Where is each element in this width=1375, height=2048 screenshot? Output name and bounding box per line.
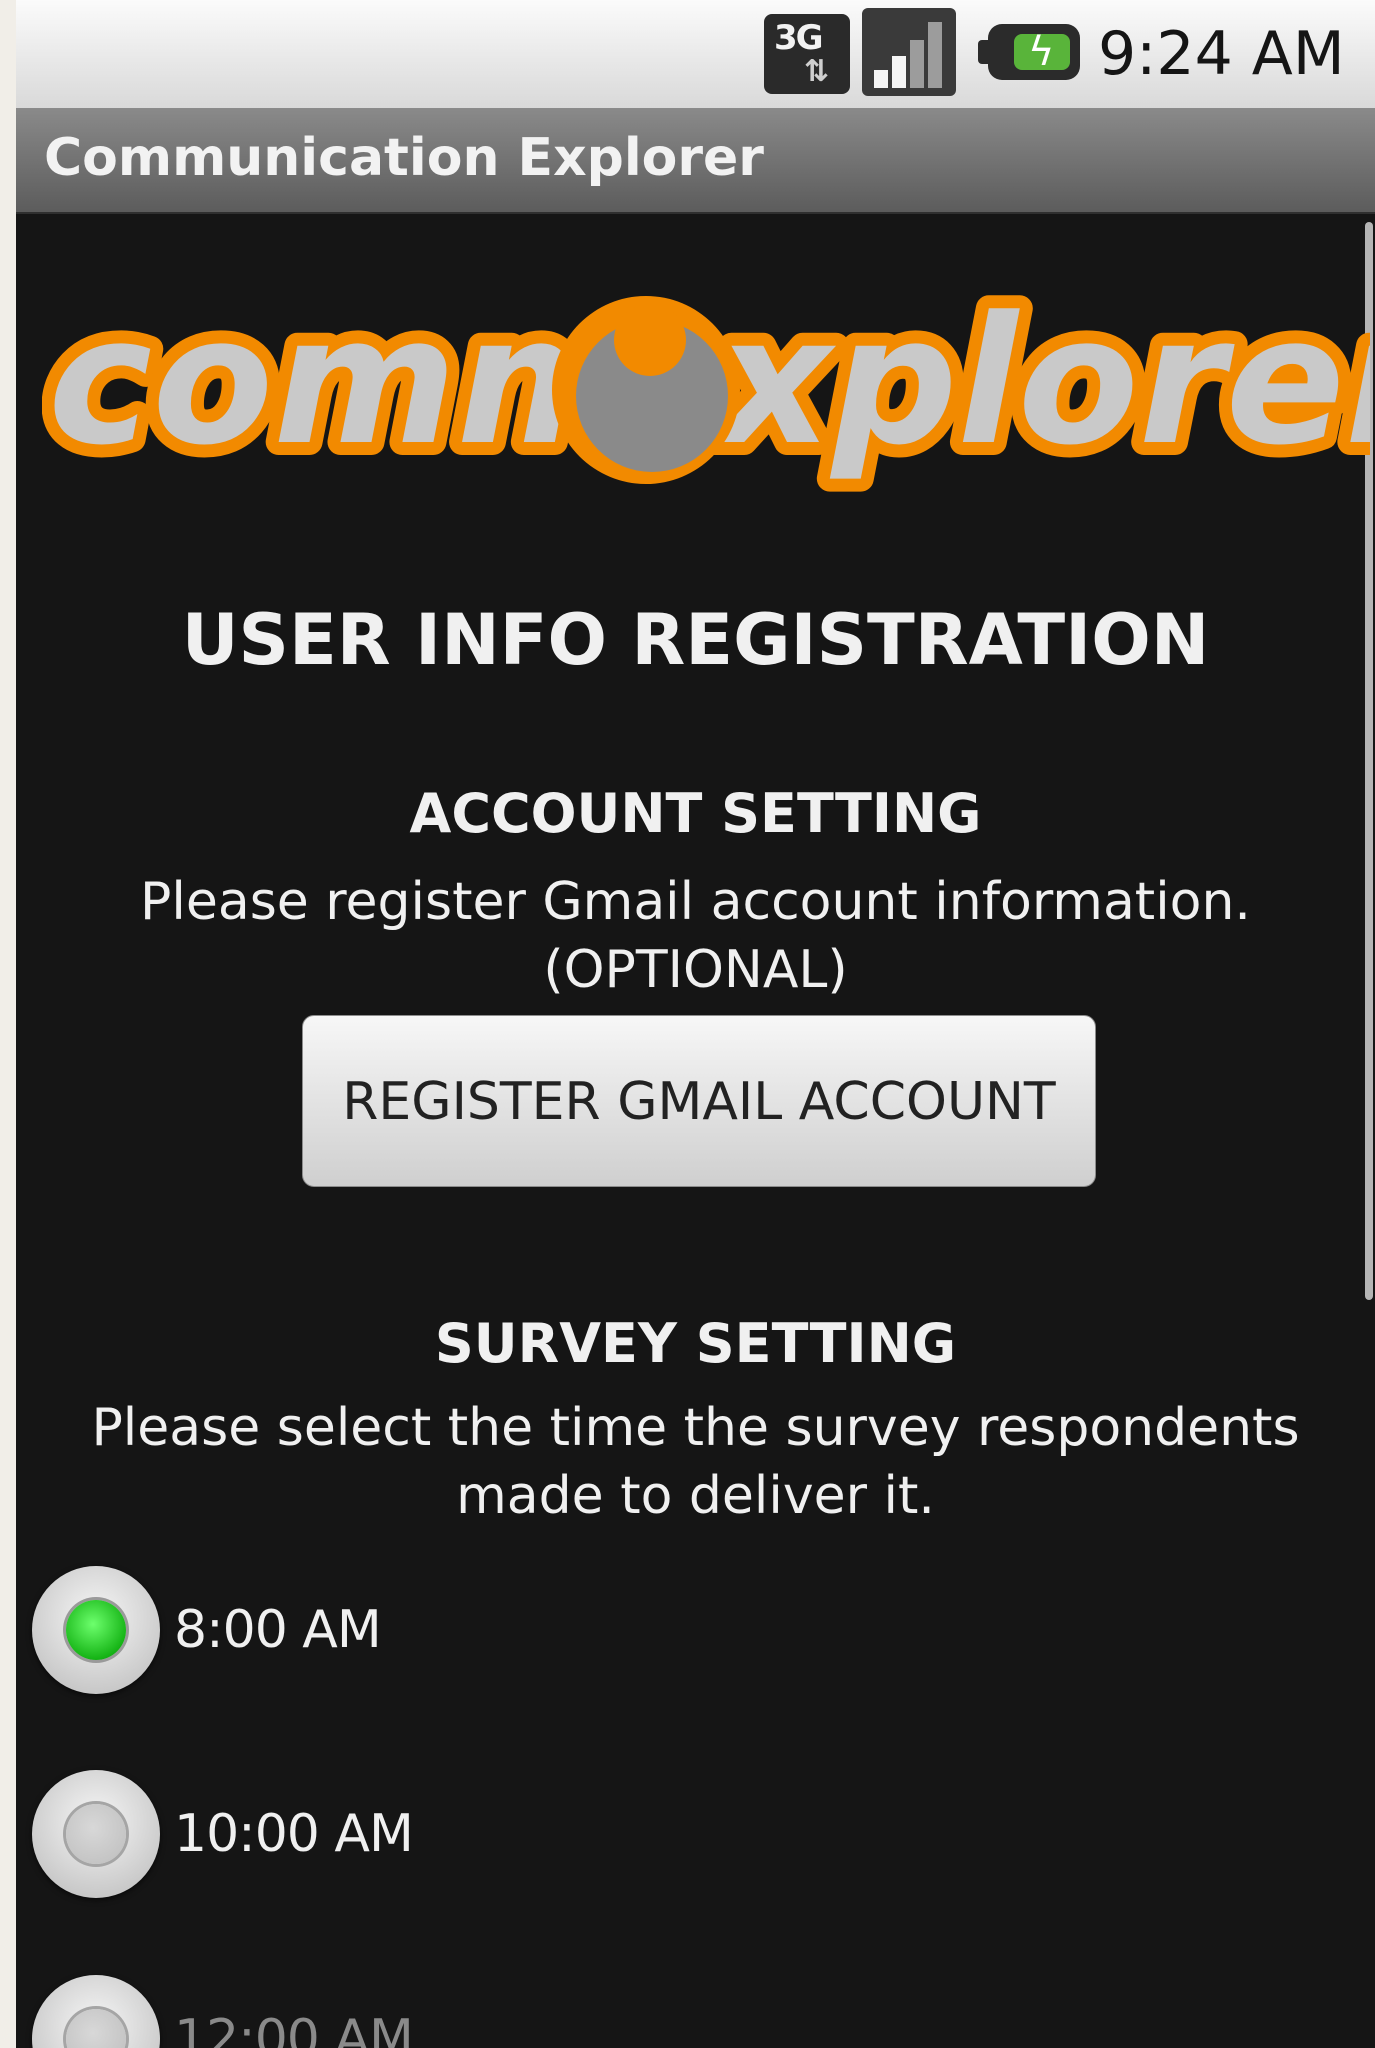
- account-description-line2: (OPTIONAL): [543, 940, 848, 1000]
- svg-text:xplorer: xplorer: [710, 282, 1370, 484]
- radio-button[interactable]: [32, 1770, 160, 1898]
- account-description-line1: Please register Gmail account informatio…: [140, 872, 1251, 932]
- radio-button[interactable]: [32, 1975, 160, 2048]
- battery-charging-icon: ϟ: [978, 24, 1082, 80]
- svg-text:comm: comm: [48, 282, 640, 484]
- commexplorer-logo: comm comm xplorer xplorer: [42, 282, 1370, 497]
- app-title: Communication Explorer: [44, 128, 764, 188]
- registration-heading: USER INFO REGISTRATION: [181, 599, 1210, 681]
- time-option-12am[interactable]: 12:00 AM: [16, 1975, 1375, 2048]
- radio-unselected-indicator: [66, 1804, 126, 1864]
- survey-description-line1: Please select the time the survey respon…: [91, 1398, 1300, 1458]
- signal-strength-icon: [862, 8, 956, 96]
- 3g-data-icon: 3G ⇅: [764, 14, 850, 94]
- time-option-label: 12:00 AM: [174, 2009, 414, 2048]
- app-title-bar: Communication Explorer: [16, 108, 1375, 214]
- time-option-label: 10:00 AM: [174, 1804, 414, 1864]
- network-type-label: 3G: [774, 18, 824, 58]
- register-gmail-account-button[interactable]: REGISTER GMAIL ACCOUNT: [302, 1015, 1096, 1187]
- survey-description-line2: made to deliver it.: [456, 1466, 935, 1526]
- time-option-8am[interactable]: 8:00 AM: [16, 1566, 1375, 1706]
- time-option-10am[interactable]: 10:00 AM: [16, 1770, 1375, 1910]
- account-setting-heading: ACCOUNT SETTING: [409, 782, 982, 845]
- survey-setting-description: Please select the time the survey respon…: [16, 1394, 1375, 1530]
- radio-selected-indicator: [66, 1600, 126, 1660]
- time-option-label: 8:00 AM: [174, 1600, 382, 1660]
- status-time: 9:24 AM: [1098, 19, 1345, 89]
- radio-button[interactable]: [32, 1566, 160, 1694]
- account-setting-description: Please register Gmail account informatio…: [16, 868, 1375, 1004]
- phone-screen: 3G ⇅ ϟ 9:24 AM Communication Explorer co…: [16, 0, 1375, 2048]
- status-bar: 3G ⇅ ϟ 9:24 AM: [16, 0, 1375, 109]
- survey-setting-heading: SURVEY SETTING: [434, 1312, 957, 1375]
- radio-unselected-indicator: [66, 2009, 126, 2048]
